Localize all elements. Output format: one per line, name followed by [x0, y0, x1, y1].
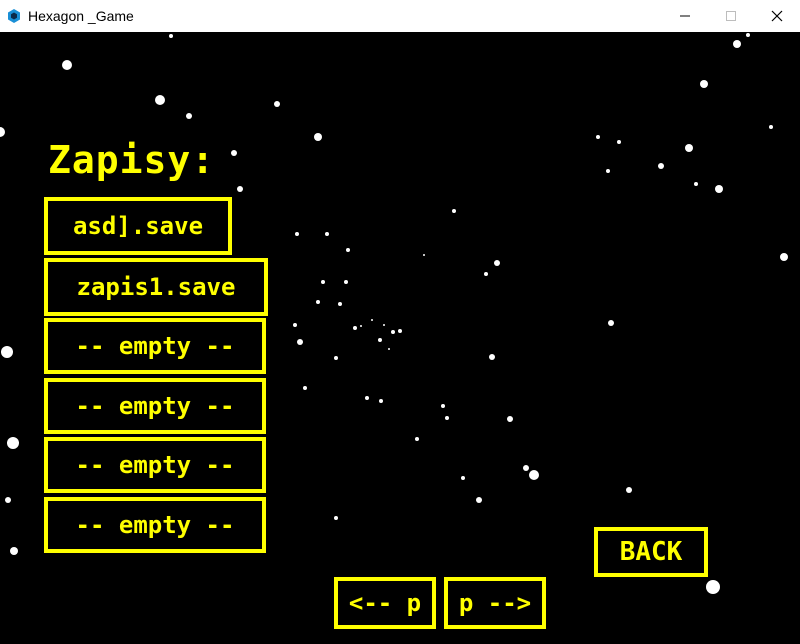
minimize-icon — [680, 15, 690, 17]
save-slot-5[interactable]: -- empty -- — [44, 437, 266, 493]
save-slot-2[interactable]: zapis1.save — [44, 258, 268, 316]
maximize-icon — [726, 11, 736, 21]
close-icon — [771, 10, 783, 22]
title-bar: Hexagon _Game — [0, 0, 800, 32]
back-button[interactable]: BACK — [594, 527, 708, 577]
game-window: Hexagon _Game Zapisy: asd].save zapis1.s… — [0, 0, 800, 644]
save-slot-4[interactable]: -- empty -- — [44, 378, 266, 434]
prev-page-button[interactable]: <-- p — [334, 577, 436, 629]
save-slot-6[interactable]: -- empty -- — [44, 497, 266, 553]
maximize-button[interactable] — [708, 0, 754, 32]
save-slot-1[interactable]: asd].save — [44, 197, 232, 255]
game-area: Zapisy: asd].save zapis1.save -- empty -… — [0, 32, 800, 644]
next-page-button[interactable]: p --> — [444, 577, 546, 629]
hexagon-icon — [8, 9, 20, 23]
window-controls — [662, 0, 800, 32]
minimize-button[interactable] — [662, 0, 708, 32]
window-title: Hexagon _Game — [28, 8, 134, 24]
close-button[interactable] — [754, 0, 800, 32]
saves-heading: Zapisy: — [48, 138, 216, 182]
save-slot-3[interactable]: -- empty -- — [44, 318, 266, 374]
